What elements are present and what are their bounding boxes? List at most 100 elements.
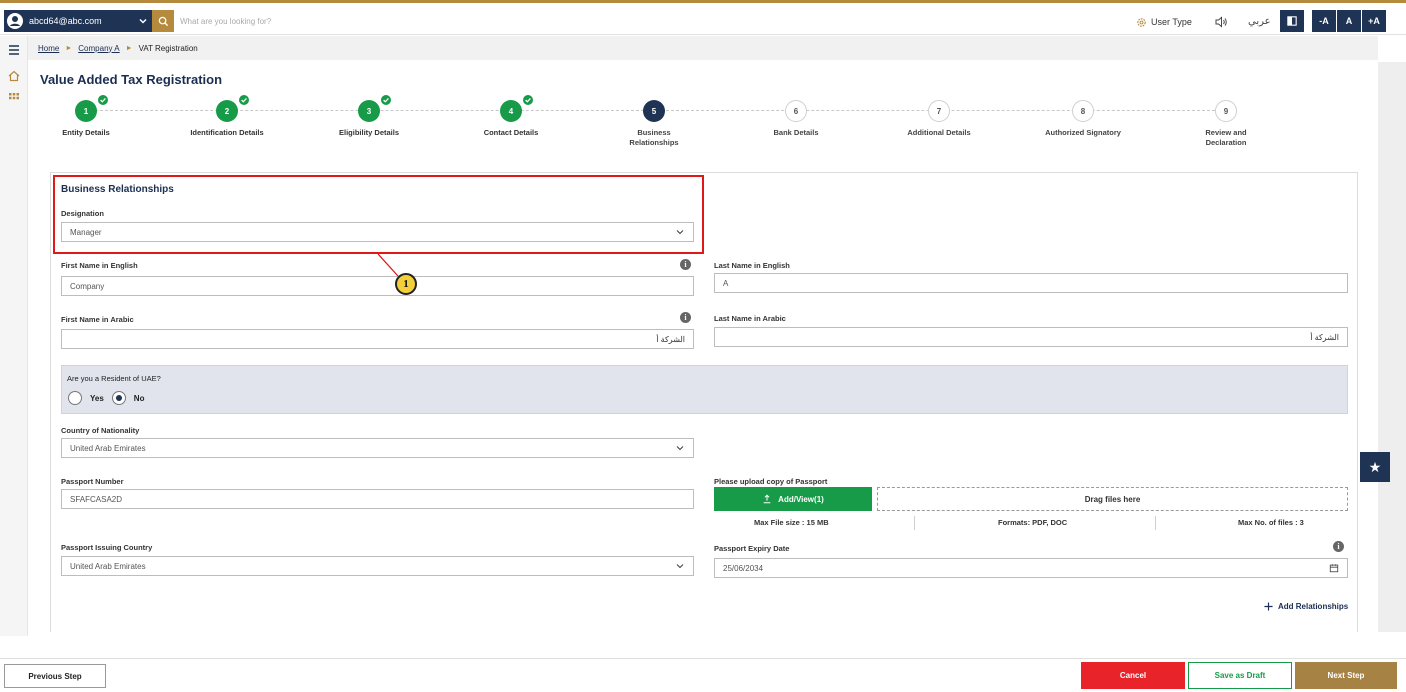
step-label: Review and Declaration	[1205, 128, 1247, 147]
user-type-button[interactable]: User Type	[1136, 14, 1192, 30]
step-label: Contact Details	[483, 128, 539, 137]
step-5[interactable]: 5 Business Relationships	[584, 100, 724, 148]
info-icon[interactable]: i	[1333, 541, 1344, 552]
last-name-en-label: Last Name in English	[714, 261, 790, 270]
passport-country-select[interactable]: United Arab Emirates	[61, 556, 694, 576]
first-name-en-value: Company	[70, 281, 105, 291]
radio-no[interactable]	[111, 391, 126, 405]
step-6[interactable]: 6 Bank Details	[726, 100, 866, 138]
chevron-down-icon	[139, 18, 147, 24]
step-label: Bank Details	[773, 128, 819, 137]
passport-number-input[interactable]: SFAFCASA2D	[61, 489, 694, 509]
last-name-en-input[interactable]: A	[714, 273, 1348, 293]
meta-divider	[1155, 516, 1156, 530]
step-label: Identification Details	[190, 128, 264, 137]
last-name-ar-input[interactable]: الشركة أ	[714, 327, 1348, 347]
contrast-button[interactable]	[1280, 10, 1304, 32]
page-title: Value Added Tax Registration	[40, 72, 223, 87]
radio-yes[interactable]	[68, 391, 82, 405]
step-circle: 7	[928, 100, 950, 122]
cancel-button[interactable]: Cancel	[1081, 662, 1185, 689]
nationality-value: United Arab Emirates	[70, 443, 146, 453]
first-name-en-input[interactable]: Company	[61, 276, 694, 296]
gear-icon	[1137, 17, 1146, 27]
breadcrumb-home[interactable]: Home	[38, 44, 59, 53]
nationality-label: Country of Nationality	[61, 426, 140, 435]
step-number: 6	[793, 106, 799, 116]
speaker-icon[interactable]	[1213, 14, 1229, 30]
first-name-en-label: First Name in English	[61, 261, 138, 270]
step-circle: 6	[785, 100, 807, 122]
breadcrumb-separator-icon: ►	[65, 44, 73, 52]
home-icon[interactable]	[6, 68, 22, 84]
save-as-draft-button[interactable]: Save as Draft	[1188, 662, 1292, 689]
passport-country-value: United Arab Emirates	[70, 561, 146, 571]
step-number: 9	[1223, 106, 1229, 116]
step-number: 5	[651, 106, 657, 116]
decrease-font-button[interactable]: -A	[1312, 10, 1336, 32]
first-name-ar-label: First Name in Arabic	[61, 315, 134, 324]
step-9[interactable]: 9 Review and Declaration	[1156, 100, 1296, 148]
passport-expiry-input[interactable]: 25/06/2034	[714, 558, 1348, 578]
designation-label: Designation	[61, 209, 104, 218]
step-2[interactable]: 2 Identification Details	[157, 94, 297, 138]
file-dropzone[interactable]: Drag files here	[877, 487, 1348, 511]
chevron-down-icon	[676, 230, 684, 235]
search-input[interactable]	[176, 10, 476, 32]
breadcrumb: Home ► Company A ► VAT Registration	[28, 36, 1378, 60]
user-account-dropdown[interactable]: abcd64@abc.com	[4, 10, 152, 32]
file-formats: Formats: PDF, DOC	[998, 518, 1068, 527]
search-button[interactable]	[152, 10, 174, 32]
search-icon	[158, 16, 168, 26]
increase-font-button[interactable]: +A	[1362, 10, 1386, 32]
resident-question-panel	[61, 365, 1348, 414]
normal-font-button[interactable]: A	[1337, 10, 1361, 32]
right-scroll-area	[1378, 62, 1406, 632]
step-1[interactable]: 1 Entity Details	[16, 94, 156, 138]
step-number: 8	[1080, 106, 1086, 116]
language-toggle[interactable]: عربي	[1248, 16, 1271, 27]
last-name-en-value: A	[723, 278, 729, 288]
previous-step-button[interactable]: Previous Step	[4, 664, 106, 688]
favorite-button[interactable]: ★	[1360, 452, 1390, 482]
nationality-select[interactable]: United Arab Emirates	[61, 438, 694, 458]
passport-number-value: SFAFCASA2D	[70, 494, 123, 504]
info-icon[interactable]: i	[680, 312, 691, 323]
step-number: 2	[224, 106, 230, 116]
step-4[interactable]: 4 Contact Details	[441, 94, 581, 138]
add-view-label: Add/View(1)	[778, 494, 824, 504]
step-number: 4	[508, 106, 514, 116]
check-icon	[522, 94, 534, 106]
step-circle: 2	[216, 94, 250, 122]
first-name-ar-input[interactable]: الشركة أ	[61, 329, 694, 349]
section-title: Business Relationships	[61, 184, 174, 195]
info-icon[interactable]: i	[680, 259, 691, 270]
check-icon	[97, 94, 109, 106]
breadcrumb-current: VAT Registration	[138, 43, 198, 53]
step-7[interactable]: 7 Additional Details	[869, 100, 1009, 138]
designation-select[interactable]: Manager	[61, 222, 694, 242]
radio-no-label: No	[133, 393, 145, 403]
step-circle: 1	[75, 94, 109, 122]
step-8[interactable]: 8 Authorized Signatory	[1013, 100, 1153, 138]
step-3[interactable]: 3 Eligibility Details	[299, 94, 439, 138]
step-circle: 8	[1072, 100, 1094, 122]
next-step-button[interactable]: Next Step	[1295, 662, 1397, 689]
step-circle: 4	[500, 94, 534, 122]
star-icon: ★	[1368, 458, 1382, 475]
breadcrumb-company[interactable]: Company A	[78, 44, 119, 53]
menu-icon[interactable]	[6, 42, 22, 58]
plus-icon	[1264, 602, 1273, 611]
step-circle: 3	[358, 94, 392, 122]
add-relationships-label: Add Relationships	[1278, 602, 1349, 611]
add-view-upload-button[interactable]: Add/View(1)	[714, 487, 872, 511]
user-type-label: User Type	[1151, 17, 1192, 27]
resident-radio-group: Yes No	[68, 391, 144, 405]
step-label: Additional Details	[907, 128, 971, 137]
user-avatar-icon	[7, 13, 23, 29]
calendar-icon[interactable]	[1329, 563, 1339, 573]
chevron-down-icon	[676, 564, 684, 569]
add-relationships-button[interactable]: Add Relationships	[1264, 602, 1348, 611]
passport-country-label: Passport Issuing Country	[61, 543, 153, 552]
last-name-ar-label: Last Name in Arabic	[714, 314, 786, 323]
